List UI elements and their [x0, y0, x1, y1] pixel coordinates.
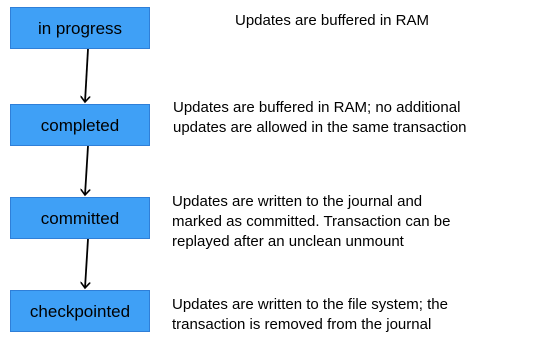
description-completed: Updates are buffered in RAM; no addition… — [173, 98, 467, 138]
description-line: replayed after an unclean unmount — [172, 233, 404, 250]
description-line: Updates are buffered in RAM — [235, 12, 429, 29]
description-line: updates are allowed in the same transact… — [173, 119, 467, 136]
state-label-committed: committed — [40, 208, 120, 228]
description-in-progress: Updates are buffered in RAM — [235, 11, 429, 31]
state-box-completed: completed — [10, 104, 150, 146]
state-label-checkpointed: checkpointed — [29, 301, 131, 321]
description-line: marked as committed. Transaction can be — [172, 213, 451, 230]
transition-arrows — [0, 48, 546, 340]
description-line: Updates are written to the file system; … — [172, 296, 448, 313]
state-label-in-progress: in progress — [37, 18, 123, 38]
arrow-completed-to-committed — [85, 145, 88, 195]
description-line: transaction is removed from the journal — [172, 316, 432, 333]
state-box-committed: committed — [10, 197, 150, 239]
description-checkpointed: Updates are written to the file system; … — [172, 295, 448, 335]
description-line: Updates are written to the journal and — [172, 193, 423, 210]
state-box-checkpointed: checkpointed — [10, 290, 150, 332]
description-committed: Updates are written to the journal and m… — [172, 192, 450, 252]
state-label-completed: completed — [40, 115, 120, 135]
arrow-committed-to-checkpointed — [85, 238, 88, 288]
description-line: Updates are buffered in RAM; no addition… — [173, 99, 461, 116]
state-box-in-progress: in progress — [10, 7, 150, 49]
arrow-in-progress-to-completed — [85, 48, 88, 102]
